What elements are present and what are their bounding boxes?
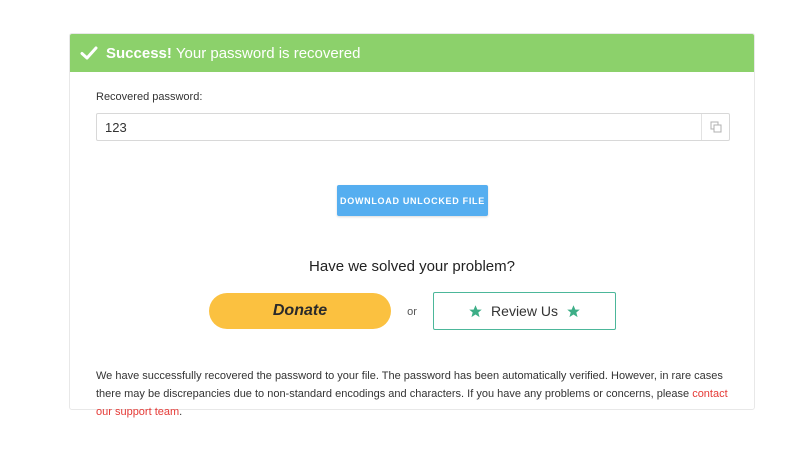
download-unlocked-file-button[interactable]: DOWNLOAD UNLOCKED FILE: [337, 185, 488, 216]
banner-title: Success! Your password is recovered: [106, 45, 360, 62]
password-label: Recovered password:: [96, 91, 203, 103]
donate-button[interactable]: Donate: [209, 293, 391, 329]
description-suffix: .: [179, 406, 183, 418]
description-body: We have successfully recovered the passw…: [96, 370, 723, 400]
password-value[interactable]: 123: [105, 120, 701, 135]
password-field[interactable]: 123: [96, 113, 730, 141]
review-us-label: Review Us: [491, 303, 558, 319]
description-text: We have successfully recovered the passw…: [96, 367, 736, 421]
star-icon: [566, 304, 581, 319]
banner-message: Your password is recovered: [175, 44, 361, 62]
success-banner: Success! Your password is recovered: [70, 34, 754, 72]
or-separator: or: [407, 306, 417, 318]
banner-strong: Success!: [106, 44, 172, 62]
feedback-question: Have we solved your problem?: [309, 258, 515, 275]
copy-icon[interactable]: [701, 114, 729, 140]
result-card: Success! Your password is recovered Recov…: [69, 33, 755, 418]
checkmark-icon: [80, 44, 98, 62]
star-icon: [468, 304, 483, 319]
review-us-button[interactable]: Review Us: [433, 292, 616, 330]
